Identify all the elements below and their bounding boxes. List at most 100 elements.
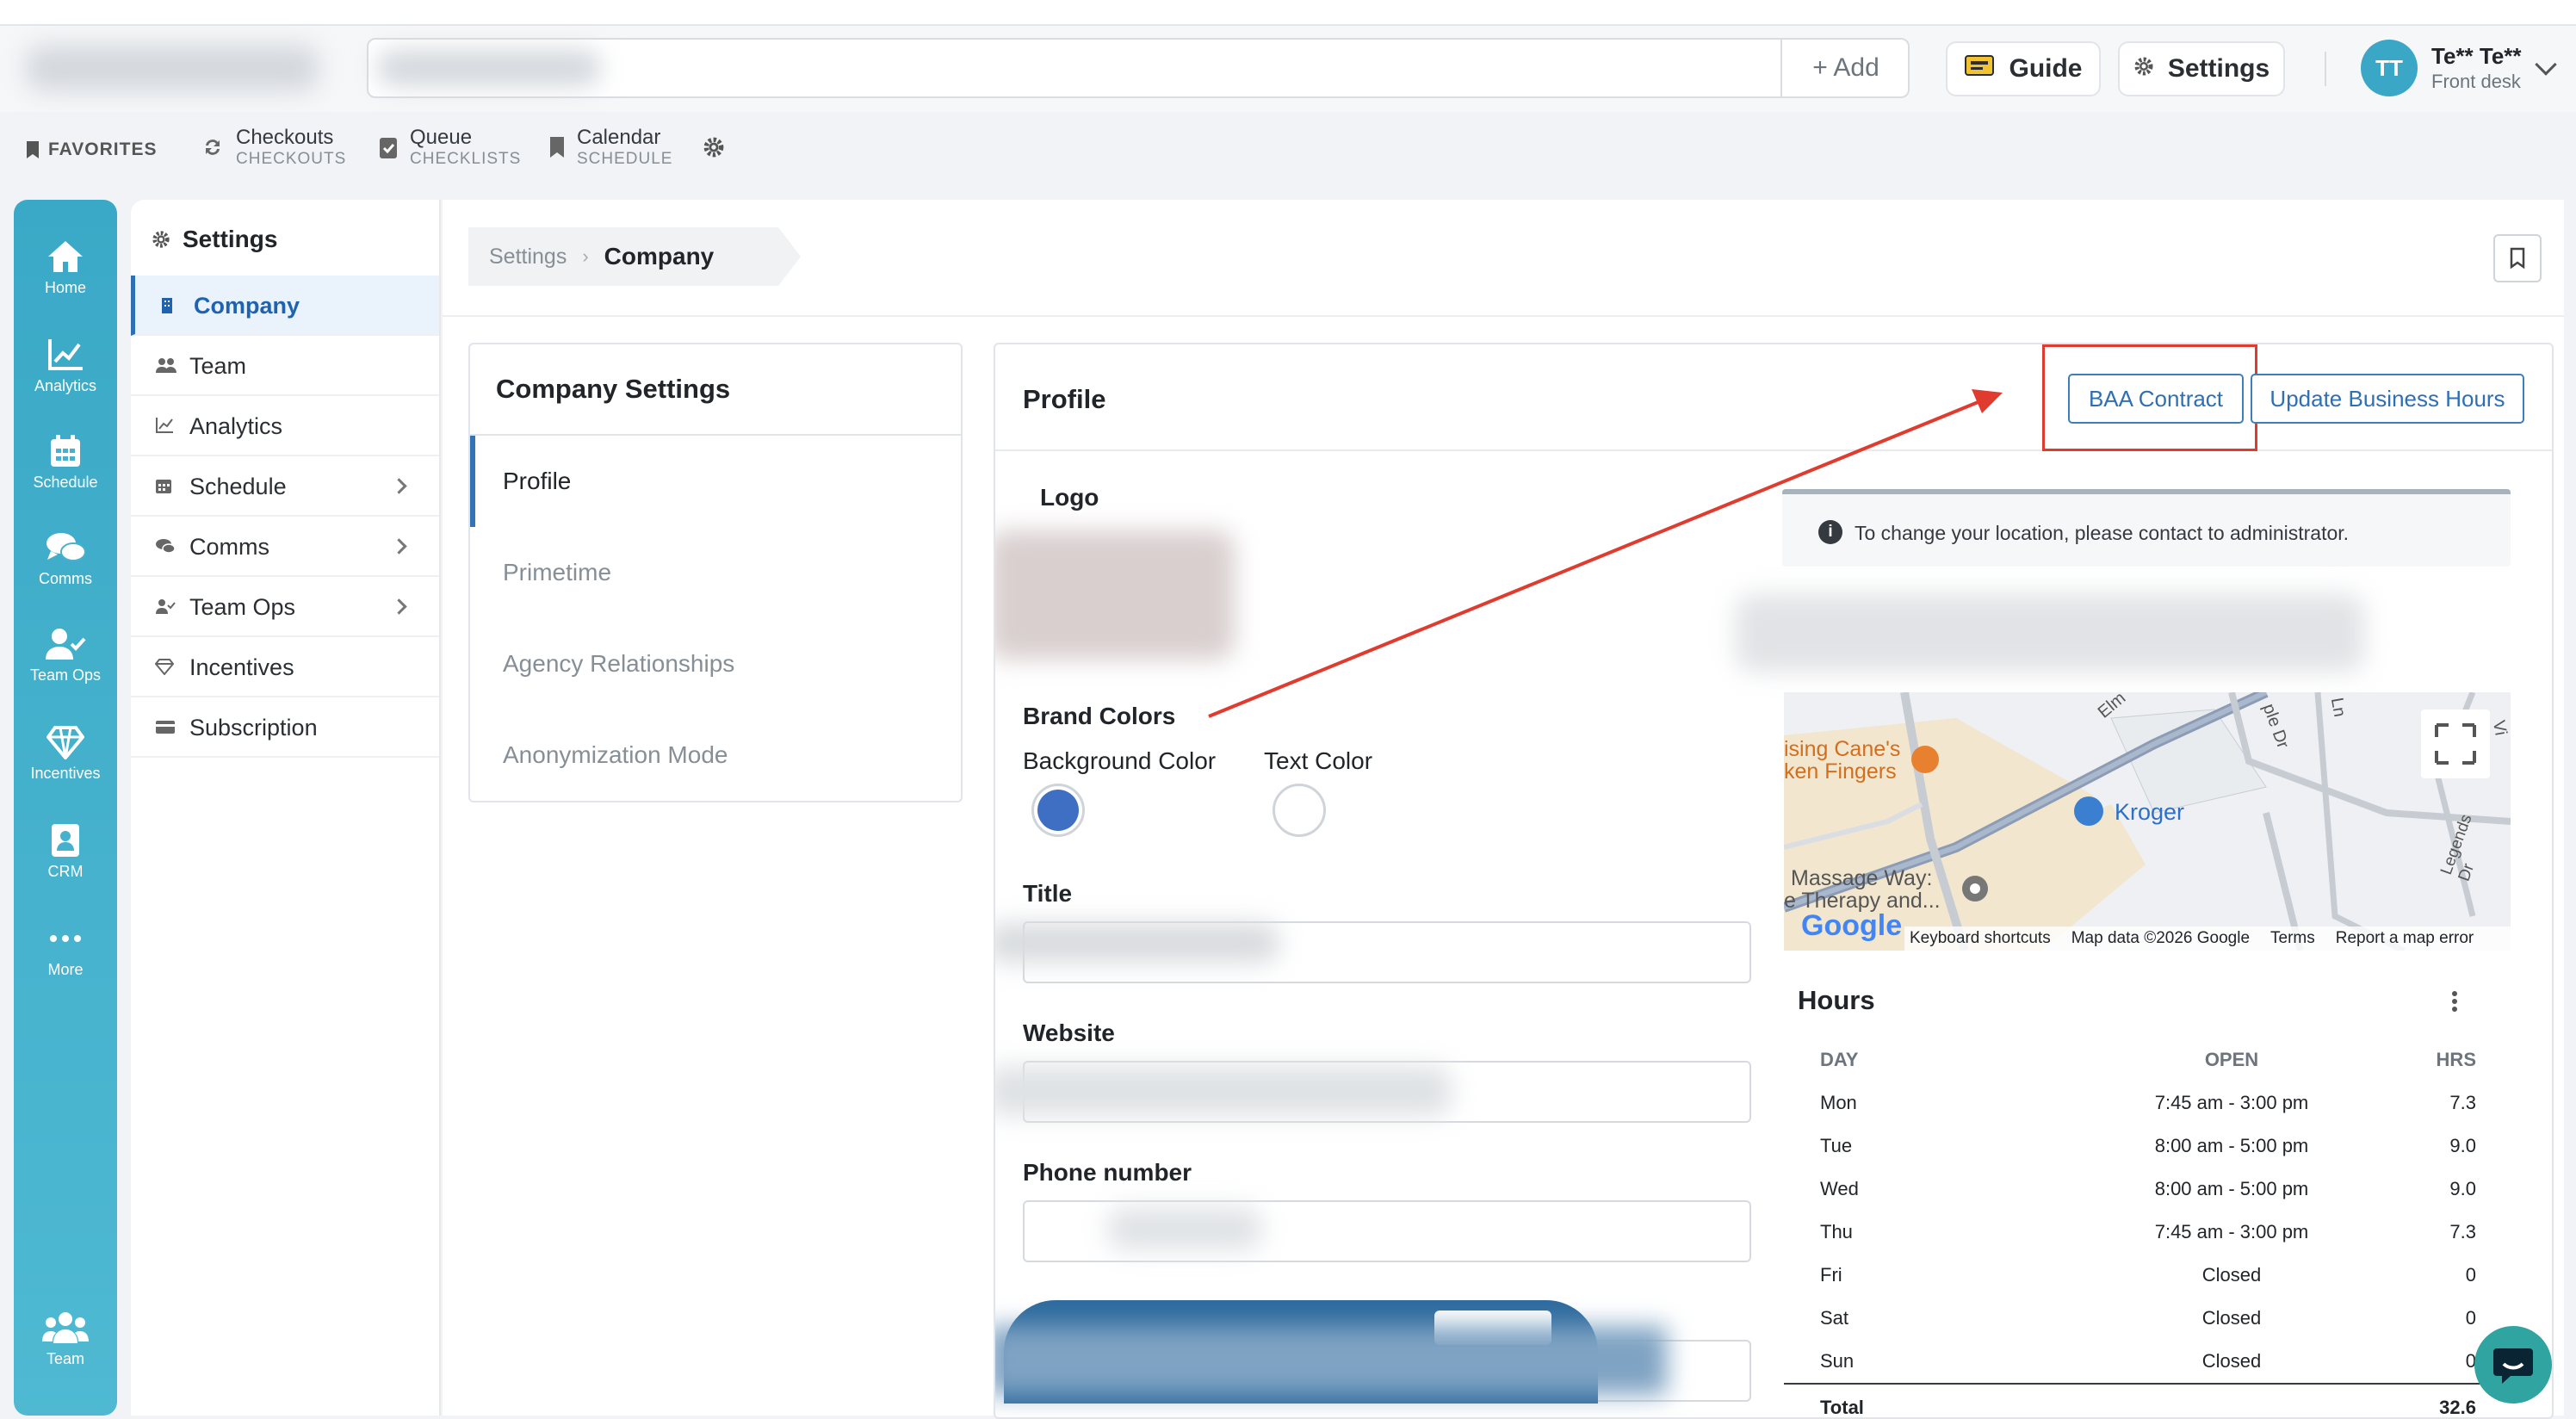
title-label: Title	[1023, 880, 1073, 907]
credit-card-icon	[156, 721, 175, 734]
blurred-phone-value	[1107, 1207, 1262, 1250]
favorite-title: Calendar	[577, 126, 661, 149]
favorite-title: Checkouts	[236, 126, 334, 149]
rail-item-team[interactable]: Team	[14, 1311, 117, 1368]
hours-open: 8:00 am - 5:00 pm	[2154, 1135, 2309, 1156]
info-message: To change your location, please contact …	[1855, 522, 2350, 544]
settings-nav-label: Subscription	[189, 715, 318, 740]
search-input[interactable]	[367, 38, 1910, 98]
hours-hrs: 0	[2465, 1307, 2476, 1329]
background-color-swatch[interactable]	[1031, 784, 1085, 837]
settings-button[interactable]: Settings	[2118, 41, 2285, 96]
hours-hrs: 7.3	[2449, 1221, 2476, 1242]
map-terms-link[interactable]: Terms	[2270, 929, 2315, 948]
text-color-label: Text Color	[1264, 747, 1373, 774]
background-color-label: Background Color	[1023, 747, 1217, 774]
keyboard-shortcuts-link[interactable]: Keyboard shortcuts	[1910, 929, 2051, 948]
company-settings-tab-agency-relationships[interactable]: Agency Relationships	[470, 618, 961, 710]
map-place-label[interactable]: ising Cane's	[1784, 737, 1900, 762]
settings-nav-item-incentives[interactable]: Incentives	[131, 637, 439, 697]
report-map-error-link[interactable]: Report a map error	[2336, 929, 2474, 948]
map-place-label[interactable]: ken Fingers	[1784, 759, 1897, 784]
favorite-subtitle: CHECKOUTS	[236, 150, 347, 168]
rail-item-more[interactable]: More	[14, 921, 117, 979]
hours-day: Fri	[1820, 1264, 1842, 1286]
company-settings-tab-profile[interactable]: Profile	[470, 436, 961, 527]
table-row: Sun Closed 0	[1784, 1338, 2512, 1381]
bookmark-button[interactable]	[2493, 234, 2542, 282]
settings-nav-label: Team	[189, 353, 247, 379]
rail-item-comms[interactable]: Comms	[14, 530, 117, 588]
settings-nav-item-analytics[interactable]: Analytics	[131, 396, 439, 456]
favorites-bar: FAVORITES Checkouts CHECKOUTS Queue CHECKL…	[0, 112, 2576, 198]
rail-item-team-ops[interactable]: Team Ops	[14, 627, 117, 685]
chevron-right-icon	[391, 598, 407, 615]
rail-item-analytics[interactable]: Analytics	[14, 338, 117, 395]
settings-nav-item-schedule[interactable]: Schedule	[131, 456, 439, 517]
hours-day: Sat	[1820, 1307, 1849, 1329]
chat-widget-button[interactable]	[2474, 1326, 2552, 1404]
breadcrumb-root[interactable]: Settings	[489, 245, 567, 270]
map-footer: Keyboard shortcuts Map data ©2026 Google…	[1904, 926, 2511, 951]
building-icon	[162, 298, 172, 313]
hours-open: Closed	[2201, 1307, 2262, 1329]
background-color-fill	[1037, 790, 1079, 831]
calendar-icon	[51, 435, 80, 467]
rail-item-schedule[interactable]: Schedule	[14, 434, 117, 492]
brand-colors-label: Brand Colors	[1023, 703, 1176, 729]
line-chart-icon	[156, 418, 173, 433]
rail-item-crm[interactable]: CRM	[14, 823, 117, 881]
company-settings-tab-primetime[interactable]: Primetime	[470, 527, 961, 618]
settings-nav-label: Team Ops	[189, 594, 296, 620]
hours-open: Closed	[2201, 1264, 2262, 1286]
rail-label: CRM	[47, 863, 84, 880]
breadcrumb-bar: Settings › Company	[443, 200, 2564, 317]
favorite-queue[interactable]: Queue CHECKLISTS	[379, 126, 521, 169]
chat-bubbles-icon	[46, 533, 86, 561]
hours-day: Sun	[1820, 1350, 1855, 1372]
clipboard-check-icon	[380, 138, 397, 158]
divider	[2325, 52, 2326, 86]
map-place-label[interactable]: Kroger	[2115, 799, 2184, 826]
chevron-down-icon[interactable]	[2535, 53, 2557, 76]
chat-bubbles-icon	[156, 539, 176, 554]
breadcrumb-current: Company	[604, 243, 715, 270]
favorite-calendar[interactable]: Calendar SCHEDULE	[549, 126, 672, 169]
gear-icon	[2133, 54, 2154, 84]
favorite-subtitle: CHECKLISTS	[410, 150, 522, 168]
rail-label: Schedule	[33, 474, 98, 491]
user-check-icon	[156, 599, 176, 614]
bookmark-icon	[2510, 247, 2525, 270]
add-button[interactable]: + Add	[1780, 38, 1910, 98]
settings-nav-item-team-ops[interactable]: Team Ops	[131, 577, 439, 637]
favorites-gear-icon[interactable]	[703, 136, 725, 163]
settings-nav-item-subscription[interactable]: Subscription	[131, 697, 439, 758]
rail-item-home[interactable]: Home	[14, 239, 117, 297]
guide-button[interactable]: Guide	[1946, 41, 2101, 96]
company-settings-tab-anonymization-mode[interactable]: Anonymization Mode	[470, 710, 961, 801]
settings-nav-label: Incentives	[189, 654, 294, 680]
settings-nav-item-team[interactable]: Team	[131, 336, 439, 396]
avatar[interactable]: TT	[2361, 40, 2418, 96]
location-map[interactable]: ising Cane's ken Fingers Kroger Massage …	[1784, 692, 2511, 951]
update-business-hours-button[interactable]: Update Business Hours	[2251, 374, 2524, 424]
baa-contract-button[interactable]: BAA Contract	[2068, 374, 2244, 424]
vertical-ellipsis-icon[interactable]	[2450, 988, 2459, 1019]
diamond-icon	[155, 659, 174, 675]
settings-nav-item-comms[interactable]: Comms	[131, 517, 439, 577]
guide-label: Guide	[2009, 54, 2083, 83]
text-color-swatch[interactable]	[1273, 784, 1326, 837]
rail-item-incentives[interactable]: Incentives	[14, 725, 117, 783]
favorite-checkouts[interactable]: Checkouts CHECKOUTS	[201, 126, 346, 169]
hours-open: Closed	[2201, 1350, 2262, 1372]
settings-nav-label: Schedule	[189, 474, 287, 499]
settings-nav-label: Comms	[189, 534, 269, 560]
settings-nav-title: Settings	[183, 226, 278, 252]
settings-nav-item-company[interactable]: Company	[131, 276, 439, 336]
contact-book-icon	[52, 824, 79, 857]
user-check-icon	[46, 629, 86, 660]
blurred-logo-image[interactable]	[995, 530, 1235, 660]
map-place-label[interactable]: Massage Way:	[1791, 866, 1932, 891]
hours-hrs: 9.0	[2449, 1178, 2476, 1199]
user-name[interactable]: Te** Te**	[2431, 43, 2522, 70]
